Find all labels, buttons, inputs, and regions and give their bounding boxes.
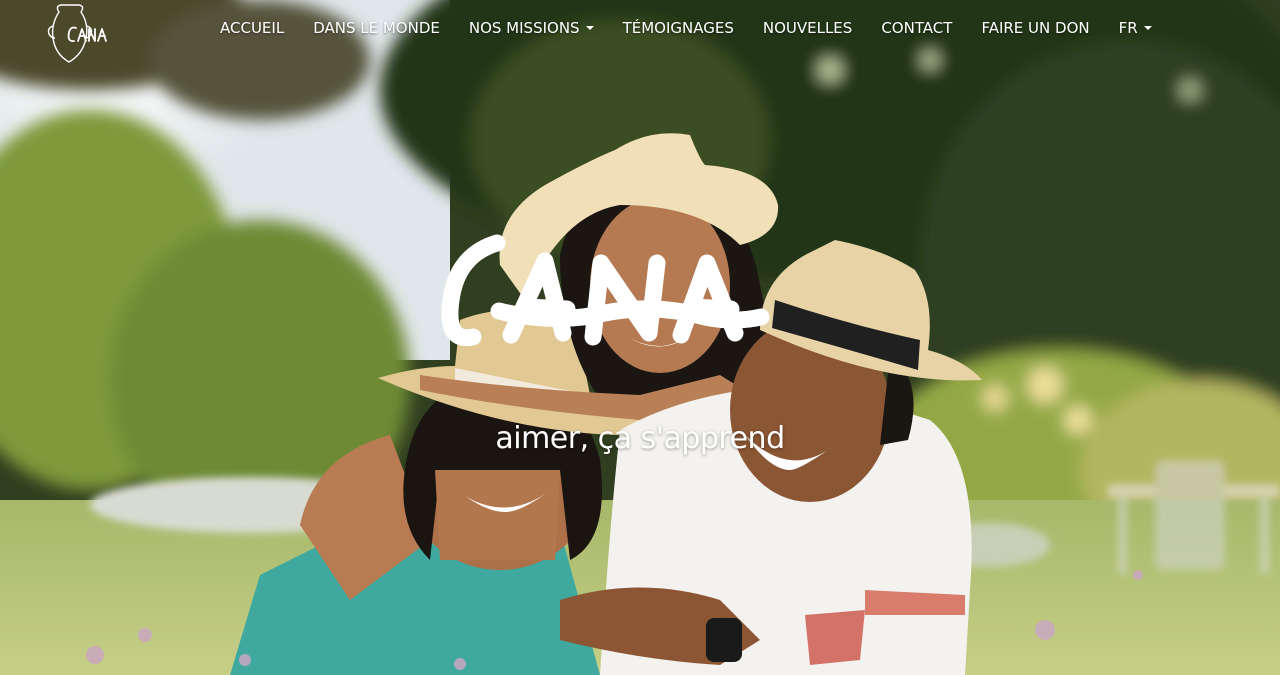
nav-item-label: FAIRE UN DON — [981, 19, 1090, 37]
nav-item-nos-missions[interactable]: NOS MISSIONS — [469, 17, 594, 39]
nav-item-nouvelles[interactable]: NOUVELLES — [763, 17, 852, 39]
nav-item-label: NOUVELLES — [762, 19, 853, 37]
nav-item-label: DANS LE MONDE — [313, 19, 440, 37]
language-selector[interactable]: FR — [1119, 17, 1152, 39]
nav-item-contact[interactable]: CONTACT — [881, 17, 952, 39]
nav-item-label: CONTACT — [881, 19, 953, 37]
nav-item-temoignages[interactable]: TÉMOIGNAGES — [623, 17, 734, 39]
caret-down-icon — [1143, 26, 1152, 30]
hero-tagline: aimer, ça s'apprend — [495, 421, 785, 456]
nav-menu: ACCUEIL DANS LE MONDE NOS MISSIONS TÉMOI… — [220, 17, 1152, 39]
cana-logo-icon[interactable] — [45, 2, 113, 66]
language-label: FR — [1118, 19, 1138, 37]
caret-down-icon — [585, 26, 594, 30]
nav-item-label: ACCUEIL — [220, 19, 285, 37]
cana-wordmark-logo — [441, 234, 770, 347]
nav-item-label: TÉMOIGNAGES — [622, 19, 734, 37]
hero-section: ACCUEIL DANS LE MONDE NOS MISSIONS TÉMOI… — [0, 0, 1280, 675]
nav-item-label: NOS MISSIONS — [468, 19, 580, 37]
nav-item-dans-le-monde[interactable]: DANS LE MONDE — [313, 17, 440, 39]
nav-item-faire-un-don[interactable]: FAIRE UN DON — [981, 17, 1089, 39]
nav-item-accueil[interactable]: ACCUEIL — [220, 17, 284, 39]
main-navbar: ACCUEIL DANS LE MONDE NOS MISSIONS TÉMOI… — [0, 0, 1280, 63]
